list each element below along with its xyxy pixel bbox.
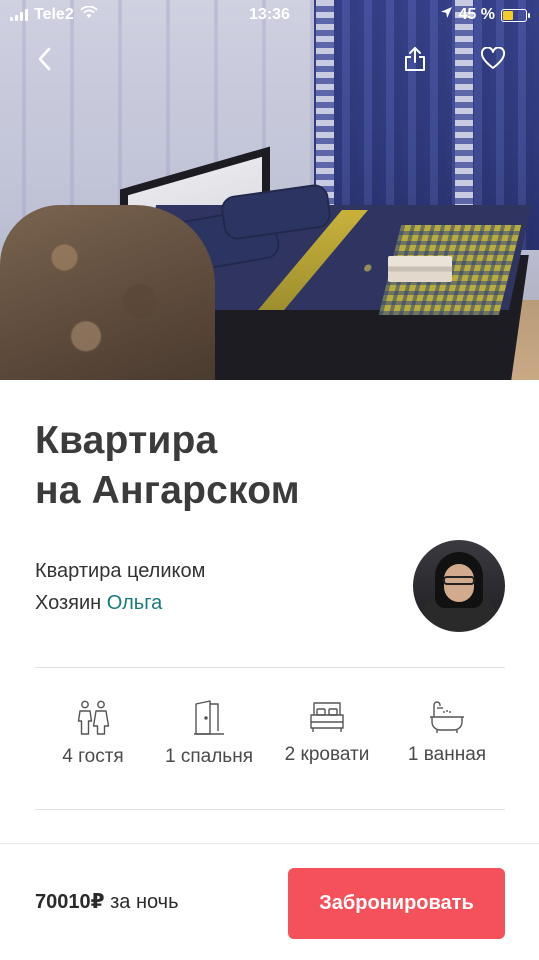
chevron-left-icon <box>37 47 53 76</box>
listing-title-line: на Ангарском <box>35 469 300 512</box>
battery-icon <box>501 8 530 22</box>
bathtub-icon <box>387 700 507 734</box>
photo-towels <box>388 256 452 282</box>
photo-armchair <box>0 205 215 380</box>
divider <box>35 667 505 668</box>
amenities-row: 4 гостя 1 спальня 2 кровати 1 ванная <box>35 690 505 790</box>
host-name-link[interactable]: Ольга <box>107 592 162 614</box>
amenity-bedrooms: 1 спальня <box>149 690 269 768</box>
price-suffix: за ночь <box>110 891 179 913</box>
location-arrow-icon <box>440 6 453 24</box>
avatar-glasses <box>443 576 475 585</box>
listing-photo[interactable] <box>0 0 539 380</box>
battery-percent: 45 % <box>458 6 495 23</box>
price-per-night: 70010₽ за ночь <box>35 889 179 914</box>
listing-title: Квартира на Ангарском <box>35 416 475 516</box>
amenity-label: 4 гостя <box>62 746 124 767</box>
amenity-label: 2 кровати <box>284 744 370 765</box>
amenity-label: 1 ванная <box>407 744 487 765</box>
price-amount: 70010₽ <box>35 891 105 913</box>
host-avatar[interactable] <box>413 540 505 632</box>
share-icon <box>403 46 427 77</box>
battery-level <box>503 10 513 20</box>
property-type: Квартира целиком <box>35 560 206 582</box>
host-label: Хозяин <box>35 592 102 614</box>
amenity-guests: 4 гостя <box>33 690 153 768</box>
heart-icon <box>480 46 506 75</box>
amenity-beds: 2 кровати <box>267 690 387 766</box>
bed-icon <box>267 700 387 734</box>
amenity-bathrooms: 1 ванная <box>387 690 507 766</box>
host-line: Хозяин Ольга <box>35 592 162 615</box>
favorite-button[interactable] <box>476 44 510 78</box>
status-bar: Tele2 13:36 45 % <box>0 0 539 32</box>
listing-title-line: Квартира <box>35 419 218 462</box>
guests-icon <box>33 700 153 736</box>
divider <box>35 809 505 810</box>
book-button[interactable]: Забронировать <box>288 868 505 939</box>
booking-footer: 70010₽ за ночь Забронировать <box>0 843 539 960</box>
door-icon <box>149 700 269 736</box>
amenity-label: 1 спальня <box>165 746 253 767</box>
share-button[interactable] <box>398 44 432 78</box>
back-button[interactable] <box>28 44 62 78</box>
